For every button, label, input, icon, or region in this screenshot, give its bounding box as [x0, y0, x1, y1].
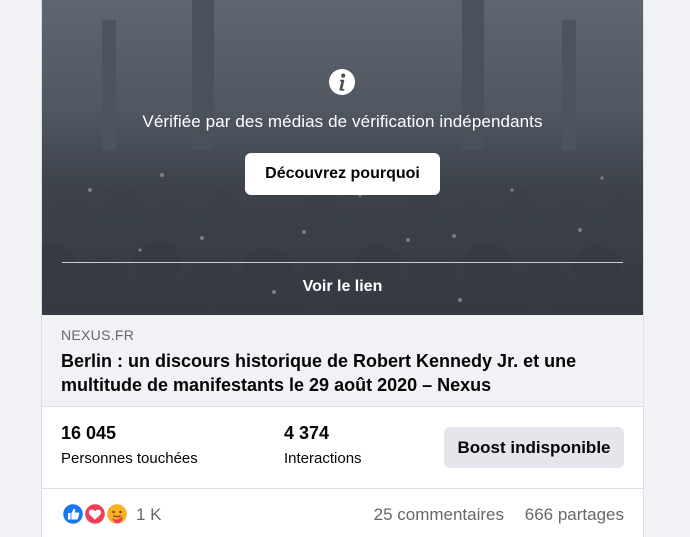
shares-count[interactable]: 666 partages — [525, 505, 624, 525]
reach-label: Personnes touchées — [61, 450, 198, 467]
boost-button[interactable]: Boost indisponible — [444, 427, 624, 468]
care-icon — [105, 502, 129, 526]
reach-value: 16 045 — [61, 423, 117, 443]
interactions-value: 4 374 — [284, 423, 330, 443]
see-link-button[interactable]: Voir le lien — [42, 278, 643, 296]
reach-stat: 16 045 Personnes touchées — [61, 423, 198, 467]
fact-check-warning: Vérifiée par des médias de vérification … — [142, 112, 543, 131]
overlay-divider — [62, 262, 623, 263]
reactions-bar: 1 K 25 commentaires 666 partages — [42, 489, 643, 537]
reaction-icons[interactable] — [62, 502, 130, 526]
comments-count[interactable]: 25 commentaires — [374, 505, 504, 525]
link-preview-media[interactable]: Vérifiée par des médias de vérification … — [42, 0, 643, 315]
discover-why-button[interactable]: Découvrez pourquoi — [245, 153, 440, 195]
reaction-count[interactable]: 1 K — [136, 505, 162, 525]
link-headline[interactable]: Berlin : un discours historique de Rober… — [61, 349, 631, 397]
interactions-stat: 4 374 Interactions — [284, 423, 362, 467]
interactions-label: Interactions — [284, 450, 362, 467]
like-icon — [62, 502, 85, 526]
link-info[interactable]: NEXUS.FR Berlin : un discours historique… — [42, 315, 643, 407]
post-card: Vérifiée par des médias de vérification … — [41, 0, 644, 537]
link-domain: NEXUS.FR — [61, 327, 135, 343]
info-icon — [329, 69, 355, 95]
post-insights: 16 045 Personnes touchées 4 374 Interact… — [42, 407, 643, 489]
love-icon — [83, 502, 107, 526]
